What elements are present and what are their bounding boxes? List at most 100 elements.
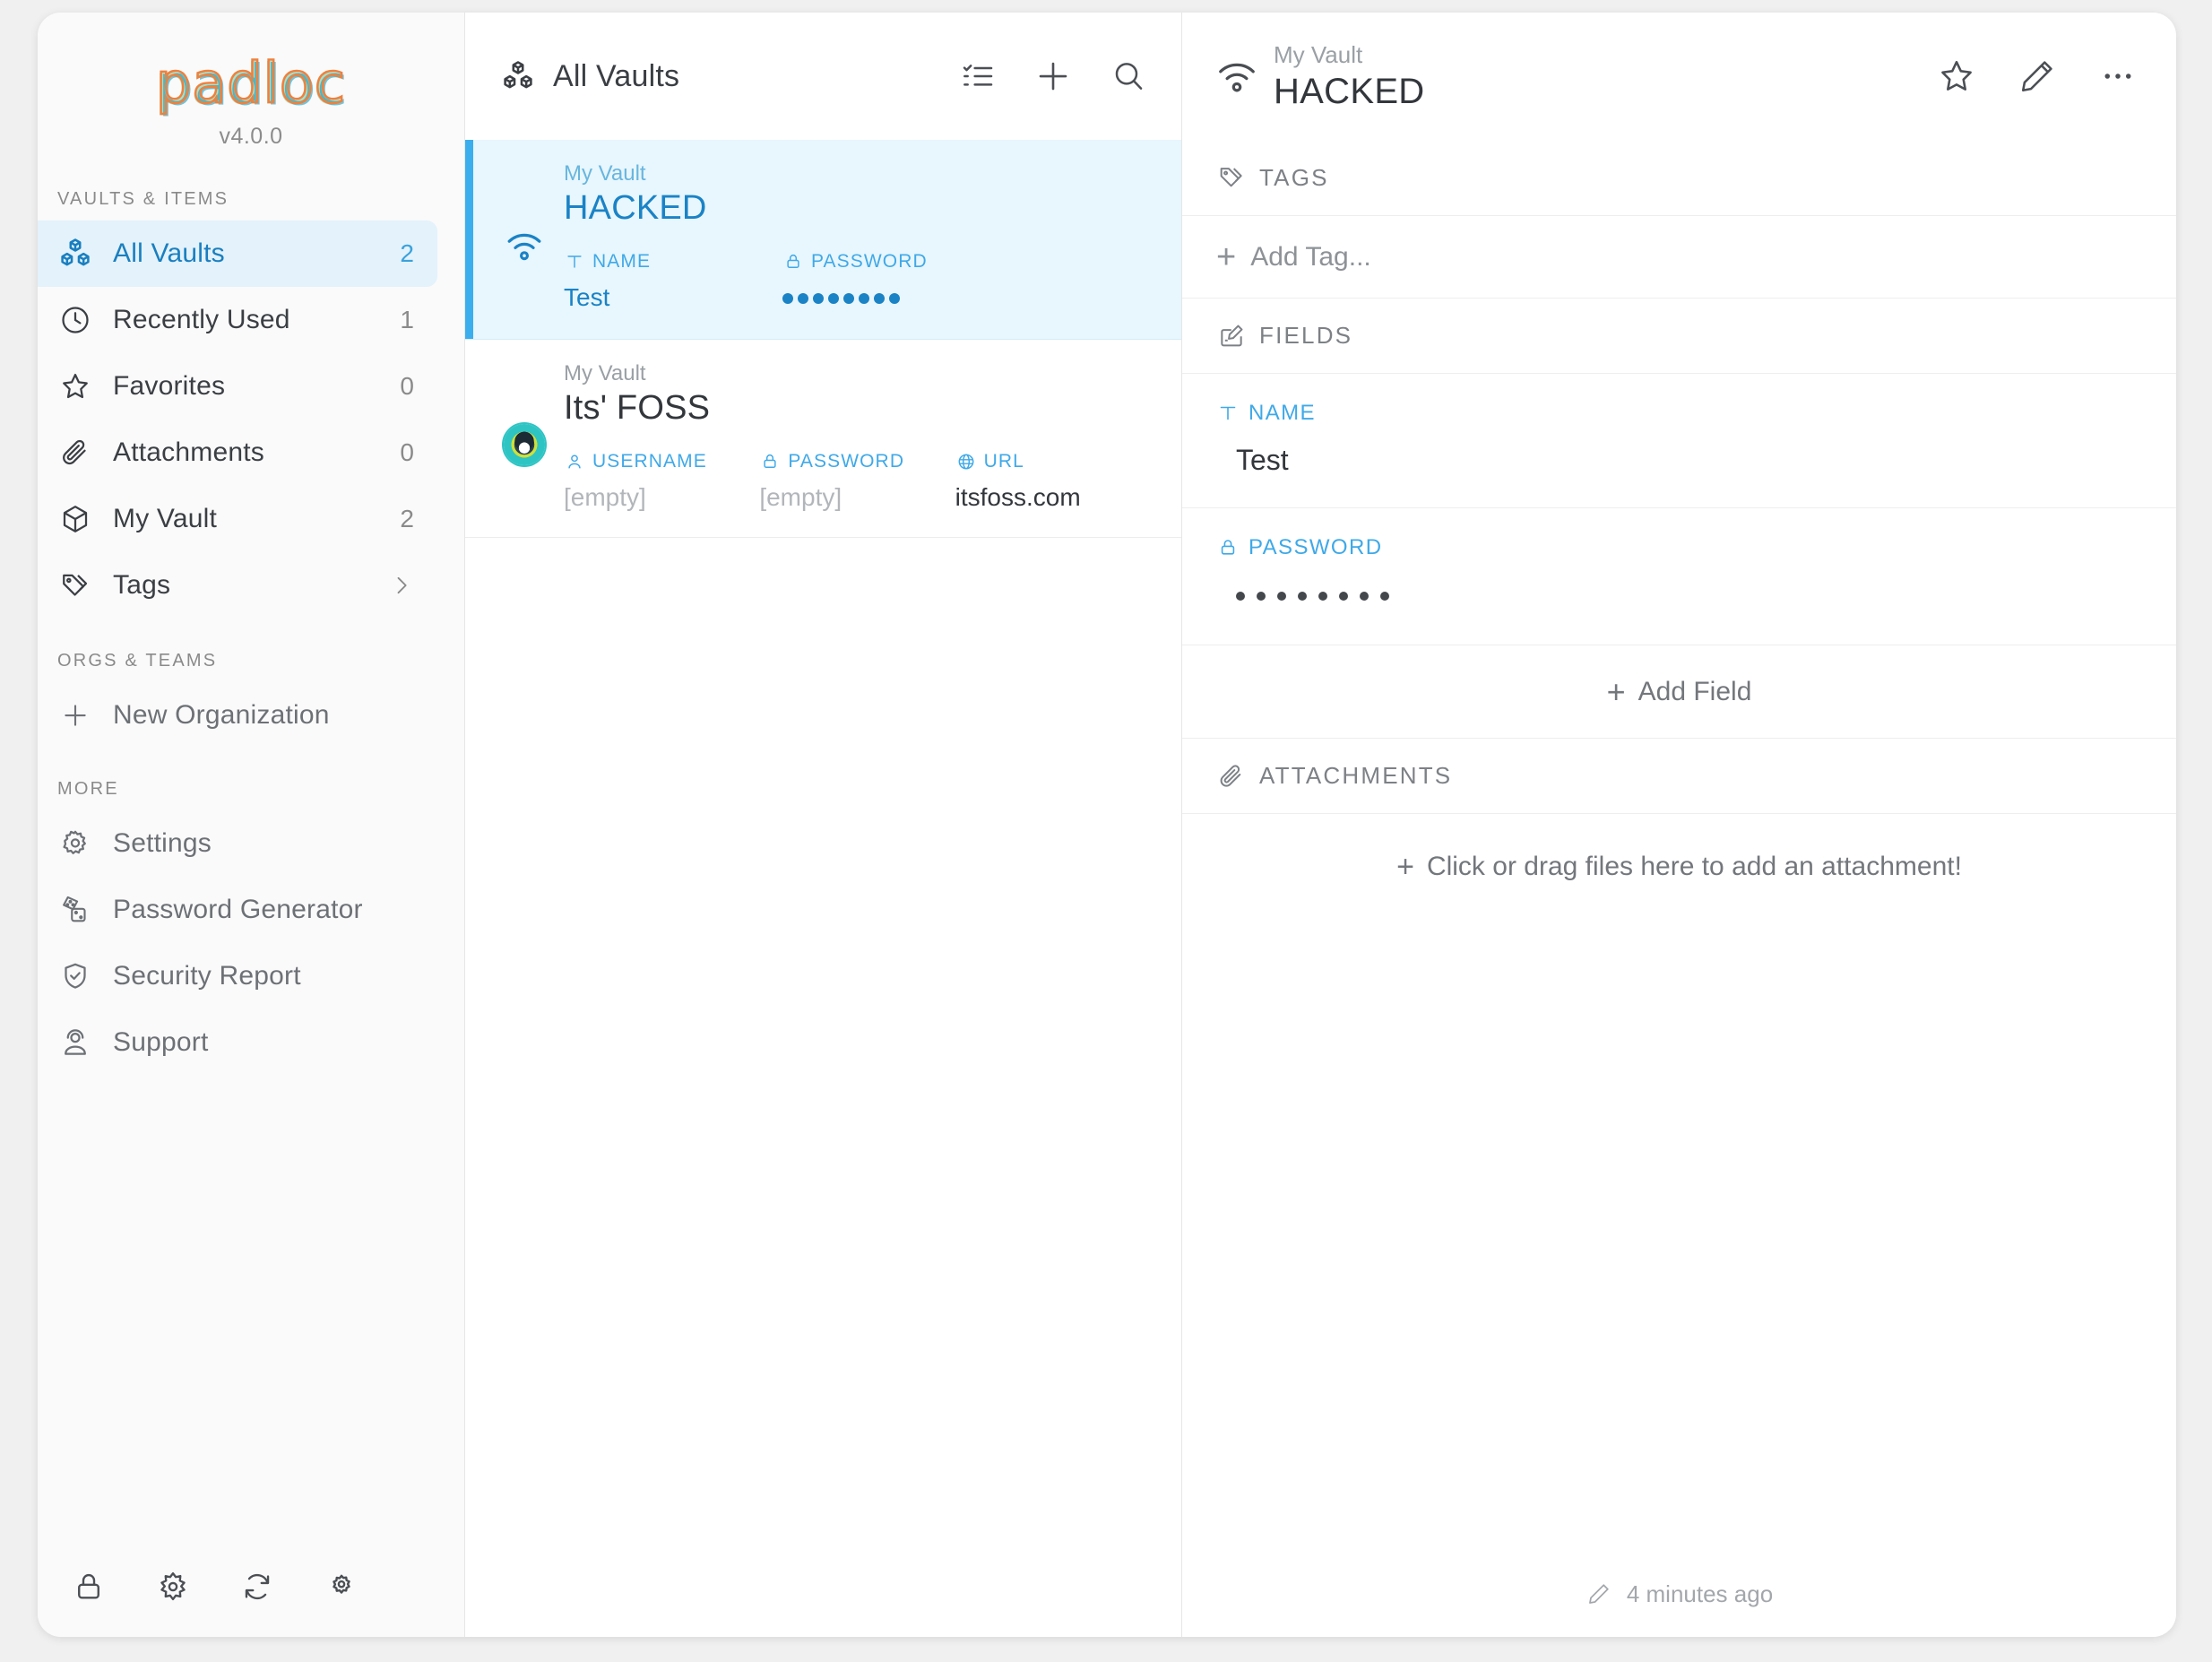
tags-section-heading: TAGS [1182, 140, 2176, 215]
tags-heading-text: TAGS [1259, 163, 1329, 191]
sidebar-item-label: Support [113, 1027, 209, 1057]
dice-icon [57, 892, 93, 928]
text-icon [1216, 402, 1240, 425]
cubes-icon [57, 236, 93, 272]
field-label: PASSWORD [759, 451, 955, 472]
attachments-heading-text: ATTACHMENTS [1259, 762, 1453, 789]
sidebar-item-label: Favorites [113, 371, 226, 401]
gear-icon [57, 826, 93, 861]
sidebar: padloc v4.0.0 VAULTS & ITEMS All Vaults [38, 13, 465, 1637]
field-label-text: PASSWORD [811, 251, 928, 273]
add-tag-label: Add Tag... [1250, 241, 1371, 272]
text-icon [564, 251, 585, 273]
list-item-fields: NAME Test PASSWORD [564, 251, 1151, 314]
sidebar-item-label: All Vaults [113, 238, 225, 268]
sidebar-item-new-organization[interactable]: New Organization [38, 682, 437, 749]
section-label-vaults-items: VAULTS & ITEMS [57, 189, 229, 209]
sidebar-item-settings[interactable]: Settings [38, 810, 437, 877]
field-label-text: NAME [592, 251, 652, 273]
password-dots [1236, 578, 2142, 614]
lock-icon [1216, 536, 1240, 559]
field-label: URL [955, 451, 1151, 472]
field-row-name[interactable]: NAME Test [1182, 373, 2176, 507]
field-value: Test [1236, 444, 1289, 476]
lock-icon [759, 451, 781, 472]
sidebar-item-tags[interactable]: Tags [38, 552, 437, 619]
list-item-body: My Vault Its' FOSS USERNAME [empty] PASS… [564, 359, 1151, 512]
sidebar-item-count: 2 [400, 505, 414, 532]
sidebar-item-all-vaults[interactable]: All Vaults 2 [38, 221, 437, 287]
field-value: itsfoss.com [955, 483, 1081, 512]
item-list-column: All Vaults My Vault HACKED NAME Test PAS… [465, 13, 1182, 1637]
list-item-title: HACKED [564, 189, 707, 228]
wifi-icon [1213, 52, 1261, 100]
ellipsis-icon[interactable] [2094, 52, 2142, 100]
plus-icon[interactable] [1031, 54, 1076, 99]
field-value: [empty] [759, 483, 842, 512]
detail-spacer [1182, 919, 2176, 1551]
sidebar-item-label: New Organization [113, 700, 330, 730]
sidebar-item-my-vault[interactable]: My Vault 2 [38, 486, 437, 552]
star-icon [57, 368, 93, 404]
sidebar-item-label: Tags [113, 570, 171, 600]
list-item[interactable]: My Vault HACKED NAME Test PASSWORD [465, 140, 1181, 341]
add-field-button[interactable]: + Add Field [1182, 645, 2176, 738]
person-icon [564, 451, 585, 472]
lock-icon[interactable] [70, 1568, 108, 1606]
sidebar-item-count: 0 [400, 372, 414, 400]
list-title: All Vaults [553, 58, 680, 93]
detail-footer: 4 minutes ago [1182, 1551, 2176, 1637]
star-icon[interactable] [1932, 52, 1981, 100]
field-label: NAME [1216, 401, 2142, 426]
section-label-more: MORE [57, 779, 119, 799]
sidebar-item-security-report[interactable]: Security Report [38, 943, 437, 1009]
last-modified-timestamp: 4 minutes ago [1626, 1580, 1774, 1607]
list-item-field-password: PASSWORD [782, 251, 1001, 314]
attachments-section-heading: ATTACHMENTS [1182, 738, 2176, 813]
pencil-icon [1586, 1580, 1612, 1607]
logo-text: padloc [155, 50, 346, 116]
field-row-password[interactable]: PASSWORD [1182, 507, 2176, 645]
field-value: Test [564, 283, 610, 312]
plus-icon: + [1606, 672, 1626, 710]
sun-gear-icon[interactable] [154, 1568, 192, 1606]
wifi-icon [499, 160, 549, 314]
list-item[interactable]: My Vault Its' FOSS USERNAME [empty] PASS… [465, 340, 1181, 539]
sidebar-item-support[interactable]: Support [38, 1009, 437, 1076]
sidebar-item-count: 2 [400, 239, 414, 267]
sidebar-item-attachments[interactable]: Attachments 0 [38, 420, 437, 486]
chevron-right-icon [389, 573, 414, 598]
checklist-icon[interactable] [955, 54, 1000, 99]
attachment-dropzone[interactable]: + Click or drag files here to add an att… [1182, 813, 2176, 919]
sidebar-footer-toolbar [38, 1536, 464, 1637]
app-window: padloc v4.0.0 VAULTS & ITEMS All Vaults [38, 13, 2176, 1637]
plus-icon: + [1396, 849, 1414, 884]
refresh-icon[interactable] [238, 1568, 276, 1606]
app-version: v4.0.0 [219, 124, 283, 149]
sidebar-item-label: Settings [113, 828, 212, 858]
sidebar-item-label: Password Generator [113, 895, 363, 924]
sidebar-item-label: My Vault [113, 504, 218, 533]
field-value-masked [782, 283, 1001, 314]
list-item-title: Its' FOSS [564, 389, 711, 428]
field-label-text: PASSWORD [788, 451, 905, 472]
field-label: PASSWORD [1216, 535, 2142, 560]
field-label: USERNAME [564, 451, 759, 472]
search-icon[interactable] [1106, 54, 1151, 99]
field-value-masked [1236, 578, 2142, 614]
sidebar-item-password-generator[interactable]: Password Generator [38, 877, 437, 943]
sidebar-item-favorites[interactable]: Favorites 0 [38, 353, 437, 420]
sidebar-item-label: Recently Used [113, 305, 290, 334]
sidebar-item-count: 0 [400, 438, 414, 466]
sidebar-item-recently-used[interactable]: Recently Used 1 [38, 287, 437, 353]
app-logo: padloc v4.0.0 [38, 13, 464, 150]
field-label-text: USERNAME [592, 451, 707, 472]
cube-icon [57, 501, 93, 537]
detail-column: My Vault HACKED TAGS + Add Tag... FIELDS… [1182, 13, 2176, 1637]
add-tag-button[interactable]: + Add Tag... [1182, 215, 2176, 298]
detail-item-title: HACKED [1274, 71, 1425, 111]
pencil-icon[interactable] [2013, 52, 2061, 100]
plus-icon: + [1216, 238, 1237, 276]
list-item-field-url: URL itsfoss.com [955, 451, 1151, 512]
gear-icon[interactable] [323, 1568, 360, 1606]
